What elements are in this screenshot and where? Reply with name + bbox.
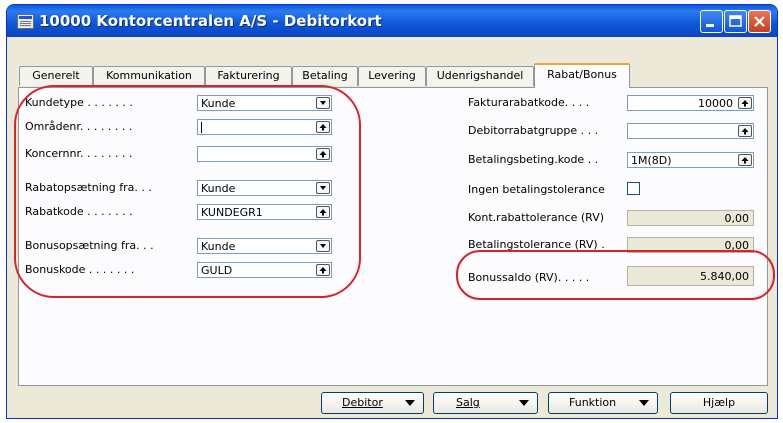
- debitor-button[interactable]: Debitor: [321, 392, 424, 414]
- maximize-icon: [729, 15, 742, 27]
- debitor-button-label: Debitor: [342, 396, 383, 409]
- label-ingen-betalingstolerance: Ingen betalingstolerance: [468, 183, 605, 196]
- kont-rabattolerance-value: 0,00: [724, 212, 750, 225]
- kont-rabattolerance-field: 0,00: [627, 210, 754, 226]
- fakturarabatkode-input[interactable]: 10000: [627, 95, 754, 111]
- funktion-button-label: Funktion: [569, 396, 617, 409]
- form-icon: [17, 14, 34, 29]
- label-debitorrabatgruppe: Debitorrabatgruppe . . .: [468, 124, 599, 137]
- tab-fakturering[interactable]: Fakturering: [205, 66, 292, 86]
- label-fakturarabatkode: Fakturarabatkode. . . .: [468, 96, 590, 109]
- label-kont-rabattolerance: Kont.rabattolerance (RV): [468, 211, 605, 224]
- funktion-button[interactable]: Funktion: [548, 392, 658, 414]
- close-icon: [754, 16, 765, 27]
- hjaelp-button[interactable]: Hjælp: [670, 392, 768, 414]
- close-button[interactable]: [748, 10, 771, 33]
- fakturarabatkode-value: 10000: [698, 97, 733, 110]
- salg-button[interactable]: Salg: [433, 392, 538, 414]
- dropdown-arrow-icon: [639, 400, 649, 406]
- tab-rabat-bonus[interactable]: Rabat/Bonus: [534, 63, 630, 88]
- dropdown-arrow-icon: [405, 400, 415, 406]
- hjaelp-button-label: Hjælp: [702, 396, 736, 409]
- annotation-highlight-bonussaldo: [456, 250, 775, 300]
- dropdown-arrow-icon: [519, 400, 529, 406]
- lookup-icon[interactable]: [738, 97, 752, 109]
- lookup-icon[interactable]: [738, 125, 752, 137]
- tab-betaling[interactable]: Betaling: [292, 66, 358, 86]
- salg-button-label: Salg: [456, 396, 480, 409]
- tab-generelt[interactable]: Generelt: [19, 66, 93, 86]
- label-betalingsbeting: Betalingsbeting.kode . .: [468, 153, 599, 166]
- ingen-betalingstolerance-checkbox[interactable]: [627, 182, 640, 195]
- betalingsbeting-value: 1M(8D): [631, 154, 672, 167]
- minimize-icon: [706, 24, 714, 27]
- tab-kommunikation[interactable]: Kommunikation: [93, 66, 205, 86]
- tab-levering[interactable]: Levering: [358, 66, 426, 86]
- title-bar[interactable]: 10000 Kontorcentralen A/S - Debitorkort: [7, 5, 777, 37]
- lookup-icon[interactable]: [738, 154, 752, 166]
- tab-udenrigshandel[interactable]: Udenrigshandel: [426, 66, 534, 86]
- window-title: 10000 Kontorcentralen A/S - Debitorkort: [39, 12, 382, 30]
- betalingsbeting-input[interactable]: 1M(8D): [627, 152, 754, 168]
- maximize-button[interactable]: [724, 10, 747, 33]
- minimize-button[interactable]: [700, 10, 723, 33]
- debitorrabatgruppe-input[interactable]: [627, 123, 754, 139]
- annotation-highlight-left: [14, 85, 361, 298]
